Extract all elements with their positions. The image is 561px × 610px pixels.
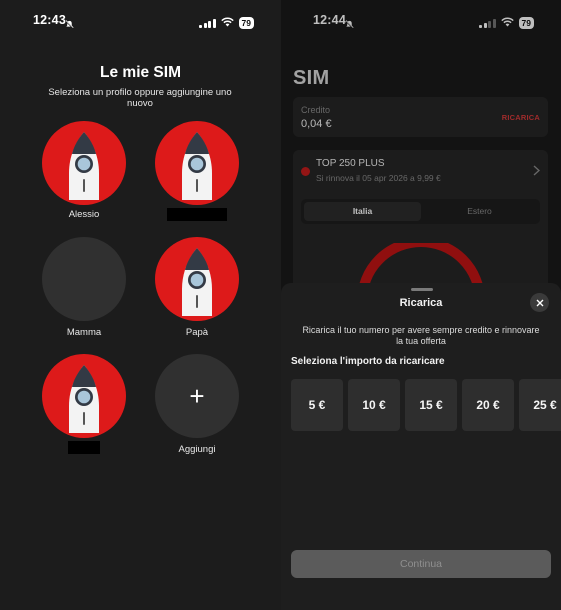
amount-10-button[interactable]: 10 € (348, 379, 400, 431)
profile-redacted-2[interactable] (42, 354, 126, 454)
profile-alessio[interactable]: Alessio (42, 121, 126, 221)
redacted-name (167, 208, 227, 221)
add-profile-button[interactable]: + Aggiungi (155, 354, 239, 456)
redacted-name (68, 441, 100, 454)
avatar: + (155, 354, 239, 438)
profile-name: Papà (185, 327, 209, 338)
avatar (42, 354, 126, 438)
profile-name: Mamma (66, 327, 102, 338)
rocket-icon (182, 132, 212, 200)
profile-papa[interactable]: Papà (155, 237, 239, 339)
amount-5-button[interactable]: 5 € (291, 379, 343, 431)
signal-icon (199, 18, 216, 28)
profile-mamma[interactable]: Mamma (42, 237, 126, 339)
amount-25-button[interactable]: 25 € (519, 379, 561, 431)
page-title: Le mie SIM (100, 64, 181, 81)
avatar (42, 121, 126, 205)
rocket-icon (182, 248, 212, 316)
rocket-icon (69, 132, 99, 200)
rocket-icon (69, 365, 99, 433)
close-button[interactable] (530, 293, 549, 312)
recharge-sheet: Ricarica Ricarica il tuo numero per aver… (281, 283, 561, 610)
wifi-icon (220, 14, 234, 32)
sim-screen: 12:44 79 SIM Credito 0,04 € RICARICA TOP… (281, 0, 561, 610)
profile-name: Alessio (68, 209, 100, 220)
close-icon (536, 299, 543, 306)
add-profile-label: Aggiungi (178, 444, 216, 455)
amount-15-button[interactable]: 15 € (405, 379, 457, 431)
avatar (155, 237, 239, 321)
sheet-title: Ricarica (399, 297, 443, 309)
silent-bell-icon (65, 16, 74, 34)
status-bar: 12:43 79 (0, 12, 281, 30)
avatar (155, 121, 239, 205)
amount-20-button[interactable]: 20 € (462, 379, 514, 431)
amount-options: 5 € 10 € 15 € 20 € 25 € (291, 379, 561, 431)
page-subtitle: Seleziona un profilo oppure aggiungine u… (48, 87, 232, 109)
profiles-screen: 12:43 79 Le mie SIM Seleziona un profilo… (0, 0, 281, 610)
continue-button[interactable]: Continua (291, 550, 551, 578)
profile-redacted-1[interactable] (155, 121, 239, 221)
sheet-grabber[interactable] (411, 288, 433, 291)
status-time: 12:43 (33, 13, 66, 27)
plus-icon: + (189, 381, 205, 411)
avatar (42, 237, 126, 321)
amount-prompt: Seleziona l'importo da ricaricare (291, 356, 445, 367)
sheet-description: Ricarica il tuo numero per avere sempre … (302, 325, 540, 346)
battery-icon: 79 (238, 17, 254, 29)
